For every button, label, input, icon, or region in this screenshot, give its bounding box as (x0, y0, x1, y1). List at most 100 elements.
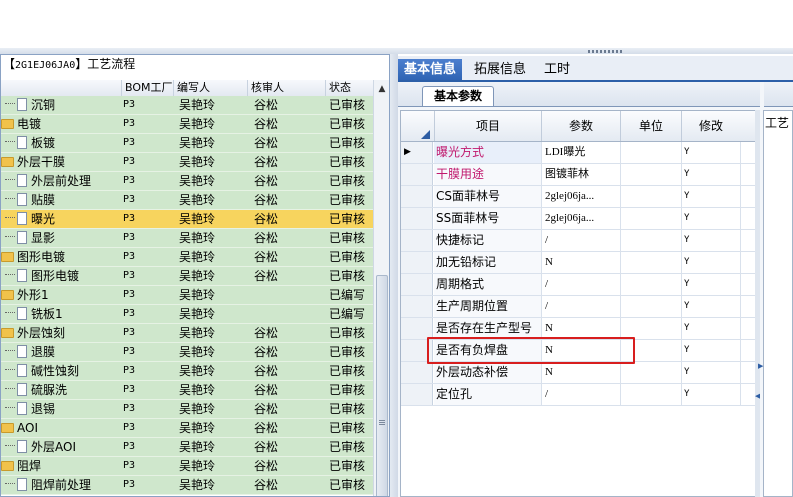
param-modify[interactable]: Y (681, 384, 742, 405)
param-row[interactable]: 定位孔 / Y (401, 384, 757, 406)
row-indicator[interactable] (401, 164, 433, 185)
param-unit[interactable] (620, 362, 681, 383)
param-unit[interactable] (620, 164, 681, 185)
col-item[interactable]: 项目 (434, 111, 541, 141)
param-value[interactable]: 图镀菲林 (541, 164, 623, 185)
header-bom[interactable]: BOM工厂 (121, 80, 173, 96)
tree-row[interactable]: 外层AOI P3 吴艳玲 谷松 已审核 (1, 438, 373, 457)
tab-basic-info[interactable]: 基本信息 (398, 59, 463, 80)
tree-row[interactable]: 板镀 P3 吴艳玲 谷松 已审核 (1, 134, 373, 153)
param-unit[interactable] (620, 296, 681, 317)
row-indicator[interactable] (401, 252, 433, 273)
scroll-thumb[interactable] (376, 275, 388, 496)
param-modify[interactable]: Y (681, 318, 742, 339)
param-value[interactable]: / (541, 384, 623, 405)
param-modify[interactable]: Y (681, 340, 742, 361)
splitter-grip-icon[interactable] (588, 50, 624, 53)
param-value[interactable]: 2glej06ja... (541, 186, 623, 207)
tree-row[interactable]: 电镀 P3 吴艳玲 谷松 已审核 (1, 115, 373, 134)
header-writer[interactable]: 编写人 (173, 80, 247, 96)
row-indicator[interactable]: ▶ (401, 142, 433, 163)
step-label: 阻焊 (17, 459, 42, 473)
param-value[interactable]: LDI曝光 (541, 142, 623, 163)
param-row[interactable]: CS面菲林号 2glej06ja... Y (401, 186, 757, 208)
param-value[interactable]: N (541, 252, 623, 273)
param-unit[interactable] (620, 186, 681, 207)
param-value[interactable]: / (541, 274, 623, 295)
param-value[interactable]: 2glej06ja... (541, 208, 623, 229)
param-row[interactable]: 生产周期位置 / Y (401, 296, 757, 318)
header-status[interactable]: 状态 (325, 80, 373, 96)
vertical-splitter[interactable] (390, 54, 398, 497)
tree-row[interactable]: 外层蚀刻 P3 吴艳玲 谷松 已审核 (1, 324, 373, 343)
param-row[interactable]: ▶ 曝光方式 LDI曝光 Y (401, 142, 757, 164)
param-row[interactable]: 干膜用途 图镀菲林 Y (401, 164, 757, 186)
param-value[interactable]: / (541, 296, 623, 317)
tree-row[interactable]: 退膜 P3 吴艳玲 谷松 已审核 (1, 343, 373, 362)
param-modify[interactable]: Y (681, 296, 742, 317)
tree-row[interactable]: 贴膜 P3 吴艳玲 谷松 已审核 (1, 191, 373, 210)
document-icon (17, 478, 27, 491)
tree-scrollbar[interactable]: ▲ (373, 80, 389, 496)
tree-row[interactable]: 硫脲洗 P3 吴艳玲 谷松 已审核 (1, 381, 373, 400)
folder-icon (1, 422, 14, 433)
param-modify[interactable]: Y (681, 164, 742, 185)
tab-work-hours[interactable]: 工时 (538, 59, 576, 80)
row-indicator[interactable] (401, 296, 433, 317)
param-modify[interactable]: Y (681, 142, 742, 163)
tree-row[interactable]: 图形电镀 P3 吴艳玲 谷松 已审核 (1, 248, 373, 267)
tree-row[interactable]: 碱性蚀刻 P3 吴艳玲 谷松 已审核 (1, 362, 373, 381)
tree-row[interactable]: 外层前处理 P3 吴艳玲 谷松 已审核 (1, 172, 373, 191)
param-unit[interactable] (620, 252, 681, 273)
param-row[interactable]: 加无铅标记 N Y (401, 252, 757, 274)
tree-row[interactable]: 外形1 P3 吴艳玲 已编写 (1, 286, 373, 305)
header-reviewer[interactable]: 核审人 (247, 80, 325, 96)
scroll-up-icon[interactable]: ▲ (374, 82, 389, 96)
param-modify[interactable]: Y (681, 230, 742, 251)
param-row[interactable]: SS面菲林号 2glej06ja... Y (401, 208, 757, 230)
param-unit[interactable] (620, 230, 681, 251)
param-row[interactable]: 外层动态补偿 N Y (401, 362, 757, 384)
tab-extended-info[interactable]: 拓展信息 (468, 59, 532, 80)
tree-row[interactable]: 铣板1 P3 吴艳玲 已编写 (1, 305, 373, 324)
param-modify[interactable]: Y (681, 186, 742, 207)
param-unit[interactable] (620, 274, 681, 295)
row-indicator[interactable] (401, 186, 433, 207)
param-value[interactable]: N (541, 318, 623, 339)
row-indicator[interactable] (401, 384, 433, 405)
param-modify[interactable]: Y (681, 362, 742, 383)
param-unit[interactable] (620, 318, 681, 339)
param-value[interactable]: / (541, 230, 623, 251)
writer-cell: 吴艳玲 (179, 326, 216, 340)
param-row[interactable]: 快捷标记 / Y (401, 230, 757, 252)
param-unit[interactable] (620, 384, 681, 405)
col-param[interactable]: 参数 (541, 111, 620, 141)
tree-row[interactable]: 退锡 P3 吴艳玲 谷松 已审核 (1, 400, 373, 419)
tree-row[interactable]: 显影 P3 吴艳玲 谷松 已审核 (1, 229, 373, 248)
subtab-basic-params[interactable]: 基本参数 (422, 86, 494, 106)
row-indicator[interactable] (401, 274, 433, 295)
tree-row[interactable]: 外层干膜 P3 吴艳玲 谷松 已审核 (1, 153, 373, 172)
tree-row[interactable]: AOI P3 吴艳玲 谷松 已审核 (1, 419, 373, 438)
param-value[interactable]: N (541, 362, 623, 383)
row-indicator[interactable] (401, 230, 433, 251)
tree-row[interactable]: 曝光 P3 吴艳玲 谷松 已审核 (1, 210, 373, 229)
param-modify[interactable]: Y (681, 274, 742, 295)
param-unit[interactable] (620, 142, 681, 163)
param-unit[interactable] (620, 208, 681, 229)
col-unit[interactable]: 单位 (620, 111, 681, 141)
tree-row[interactable]: 沉铜 P3 吴艳玲 谷松 已审核 (1, 96, 373, 115)
tree-row[interactable]: 阻焊前处理 P3 吴艳玲 谷松 已审核 (1, 476, 373, 495)
tree-row[interactable]: 阻焊 P3 吴艳玲 谷松 已审核 (1, 457, 373, 476)
side-arrow-icon[interactable]: ▶ (758, 362, 763, 370)
row-indicator[interactable] (401, 362, 433, 383)
header-name[interactable] (1, 80, 121, 96)
tree-row[interactable]: 图形电镀 P3 吴艳玲 谷松 已审核 (1, 267, 373, 286)
row-indicator[interactable] (401, 318, 433, 339)
row-indicator[interactable] (401, 208, 433, 229)
param-row[interactable]: 周期格式 / Y (401, 274, 757, 296)
col-modify[interactable]: 修改 (681, 111, 740, 141)
param-modify[interactable]: Y (681, 208, 742, 229)
param-modify[interactable]: Y (681, 252, 742, 273)
step-name: 图形电镀 (1, 248, 121, 267)
